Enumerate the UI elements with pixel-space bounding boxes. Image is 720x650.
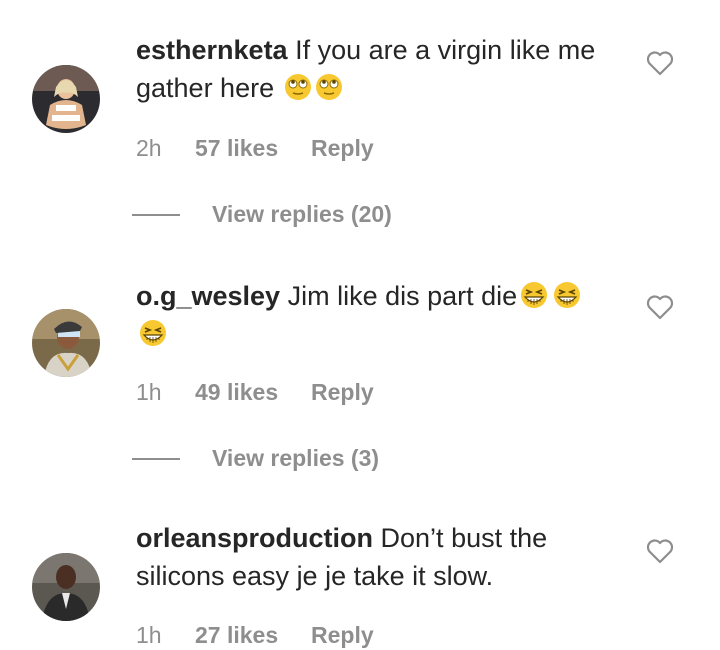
comment-text: esthernketa If you are a virgin like me …: [136, 31, 616, 107]
view-replies-label: View replies (20): [212, 201, 392, 227]
timestamp: 1h: [136, 379, 162, 405]
timestamp: 2h: [136, 135, 162, 161]
comment-body: Jim like dis part die: [287, 281, 518, 311]
comment-text: o.g_wesley Jim like dis part die: [136, 277, 616, 353]
rolling-eyes-emoji-icon: [314, 72, 344, 102]
reply-button[interactable]: Reply: [311, 620, 374, 650]
rolling-eyes-emoji-icon: [283, 72, 313, 102]
username[interactable]: o.g_wesley: [136, 281, 280, 311]
avatar[interactable]: [32, 309, 100, 377]
grinning-squinting-emoji-icon: [518, 280, 550, 310]
view-replies-label: View replies (3): [212, 445, 380, 471]
reply-button[interactable]: Reply: [311, 377, 374, 407]
avatar[interactable]: [32, 553, 100, 621]
comment-text: orleansproduction Don’t bust the silicon…: [136, 519, 616, 595]
likes-count[interactable]: 27 likes: [195, 620, 278, 650]
avatar[interactable]: [32, 65, 100, 133]
like-heart-icon[interactable]: [646, 294, 674, 320]
divider-line: [132, 458, 180, 460]
timestamp: 1h: [136, 622, 162, 648]
grinning-squinting-emoji-icon: [551, 280, 583, 310]
like-heart-icon[interactable]: [646, 538, 674, 564]
username[interactable]: esthernketa: [136, 35, 288, 65]
likes-count[interactable]: 49 likes: [195, 377, 278, 407]
grinning-squinting-emoji-icon: [137, 318, 169, 348]
like-heart-icon[interactable]: [646, 50, 674, 76]
likes-count[interactable]: 57 likes: [195, 133, 278, 163]
reply-button[interactable]: Reply: [311, 133, 374, 163]
username[interactable]: orleansproduction: [136, 523, 373, 553]
divider-line: [132, 214, 180, 216]
